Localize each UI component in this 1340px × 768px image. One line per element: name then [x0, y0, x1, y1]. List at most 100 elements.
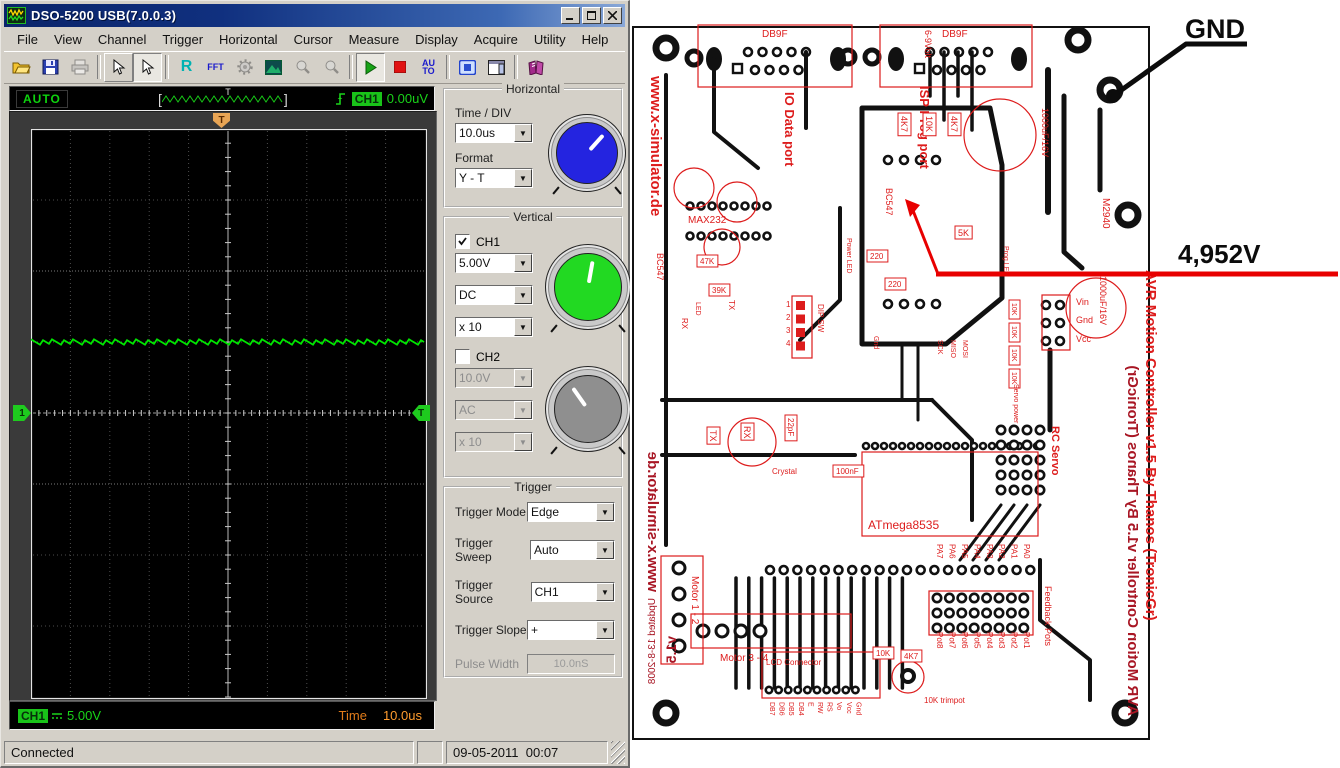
trigger-position-marker[interactable]: T [213, 113, 230, 128]
ch2-checkbox[interactable] [455, 349, 470, 364]
svg-text:39K: 39K [712, 286, 727, 295]
ch1-volts-select[interactable]: 5.00V▼ [455, 253, 533, 273]
trigger-group: Trigger Trigger Mode Edge▼ Trigger Sweep… [443, 486, 623, 678]
ch2-volts-select[interactable]: 10.0V▼ [455, 368, 533, 388]
channel1-level-marker[interactable]: 1 [13, 405, 31, 421]
zoom-in-button[interactable] [288, 53, 317, 82]
pcb-label: E [806, 702, 813, 707]
fft-button[interactable]: FFT [201, 53, 230, 82]
pcb-label: M2940 [1100, 198, 1111, 229]
pcb-label: 39K [709, 284, 730, 296]
trigger-sweep-row: Trigger Sweep Auto▼ [455, 536, 615, 564]
pcb-image: DB9FDB9FIO Data portISP Prog portwww.x-s… [630, 0, 1340, 768]
resize-grip[interactable] [611, 741, 625, 764]
horizontal-position-preview[interactable]: T [ ] [158, 89, 298, 108]
menu-cursor[interactable]: Cursor [286, 30, 341, 49]
pcb-label: RW [816, 702, 823, 714]
pcb-label: Servo power [1012, 384, 1019, 424]
close-button[interactable] [603, 7, 622, 24]
svg-text:AVR Motion Controller v1.5 B: AVR Motion Controller v1.5 By Thanos (Tr… [1142, 270, 1159, 621]
pcb-label: 220 [867, 250, 888, 262]
ch1-vertical-knob[interactable] [545, 244, 631, 330]
pcb-label: 10K [1009, 300, 1020, 319]
menu-help[interactable]: Help [574, 30, 617, 49]
menu-utility[interactable]: Utility [526, 30, 574, 49]
settings-gear-button[interactable] [230, 53, 259, 82]
ch2-label: CH2 [476, 350, 500, 364]
menu-view[interactable]: View [46, 30, 90, 49]
svg-text:PA6: PA6 [948, 544, 957, 559]
display-mode-button[interactable] [453, 53, 482, 82]
svg-text:SCK: SCK [936, 340, 943, 355]
svg-text:10K: 10K [876, 649, 891, 658]
svg-text:ATmega8535: ATmega8535 [868, 518, 939, 532]
gnd-annotation-label: GND [1185, 14, 1245, 44]
pcb-label: SCK [936, 340, 943, 355]
format-select[interactable]: Y - T ▼ [455, 168, 533, 188]
maximize-button[interactable] [582, 7, 601, 24]
menu-trigger[interactable]: Trigger [154, 30, 211, 49]
pcb-label: Pot1 [1022, 632, 1031, 649]
menu-acquire[interactable]: Acquire [466, 30, 526, 49]
trigger-slope-select[interactable]: +▼ [527, 620, 615, 640]
menu-measure[interactable]: Measure [341, 30, 408, 49]
svg-text:DB7: DB7 [768, 702, 775, 716]
pcb-label: 4K7 [901, 650, 922, 662]
scope-screen-bezel: T 1 T [9, 111, 437, 701]
auto-set-button[interactable]: AUTO [414, 53, 443, 82]
svg-text:MAX232: MAX232 [688, 215, 727, 226]
pcb-label: Vcc [1076, 334, 1092, 344]
cursor-alt-button[interactable] [133, 53, 162, 82]
trigger-mode-select[interactable]: Edge▼ [527, 502, 615, 522]
acquisition-mode-indicator: AUTO [16, 90, 68, 108]
horizontal-group: Horizontal Time / DIV 10.0us ▼ Format Y … [443, 88, 623, 208]
pcb-label: Vin [1076, 297, 1089, 307]
svg-text:DB6: DB6 [778, 702, 785, 716]
window-title: DSO-5200 USB(7.0.0.3) [31, 8, 559, 23]
save-button[interactable] [36, 53, 65, 82]
trigger-sweep-select[interactable]: Auto▼ [530, 540, 615, 560]
horizontal-knob[interactable] [548, 114, 626, 192]
svg-text:Vcc: Vcc [845, 702, 852, 714]
image-button[interactable] [259, 53, 288, 82]
ch2-probe-select[interactable]: x 10▼ [455, 432, 533, 452]
svg-text:10K: 10K [1010, 372, 1017, 385]
start-button[interactable] [356, 53, 385, 82]
ch1-coupling-select[interactable]: DC▼ [455, 285, 533, 305]
print-button[interactable] [65, 53, 94, 82]
svg-text:PA2: PA2 [997, 544, 1006, 559]
menu-channel[interactable]: Channel [90, 30, 154, 49]
ch2-coupling-select[interactable]: AC▼ [455, 400, 533, 420]
title-bar[interactable]: DSO-5200 USB(7.0.0.3) [4, 4, 625, 27]
stop-button[interactable] [385, 53, 414, 82]
ch2-vertical-knob[interactable] [545, 366, 631, 452]
pcb-label: 5K [955, 226, 972, 239]
zoom-out-button[interactable] [317, 53, 346, 82]
r-measure-button[interactable]: R [172, 53, 201, 82]
open-button[interactable] [7, 53, 36, 82]
minimize-button[interactable] [561, 7, 580, 24]
svg-text:Gnd: Gnd [854, 702, 861, 715]
pcb-label: Gnd [872, 336, 879, 349]
menu-horizontal[interactable]: Horizontal [211, 30, 286, 49]
menu-display[interactable]: Display [407, 30, 466, 49]
svg-text:Pot1: Pot1 [1022, 632, 1031, 649]
pcb-label: v1.5 [663, 636, 679, 663]
help-book-button[interactable] [521, 53, 550, 82]
pcb-label: Crystal [772, 467, 797, 476]
pcb-label: PA1 [1010, 544, 1019, 559]
panel-toggle-button[interactable] [482, 53, 511, 82]
menu-file[interactable]: File [9, 30, 46, 49]
trigger-source-select[interactable]: CH1▼ [531, 582, 615, 602]
cursor-button[interactable] [104, 53, 133, 82]
time-div-select[interactable]: 10.0us ▼ [455, 123, 533, 143]
pcb-label: Pot3 [997, 632, 1006, 649]
pcb-label: TX [727, 300, 736, 311]
ch1-checkbox[interactable] [455, 234, 470, 249]
trigger-slope-row: Trigger Slope +▼ [455, 620, 615, 640]
pcb-label: Pot2 [1010, 632, 1019, 649]
ch1-probe-select[interactable]: x 10▼ [455, 317, 533, 337]
scope-screen[interactable] [31, 129, 427, 699]
svg-text:E: E [806, 702, 813, 707]
chevron-down-icon: ▼ [514, 286, 532, 304]
